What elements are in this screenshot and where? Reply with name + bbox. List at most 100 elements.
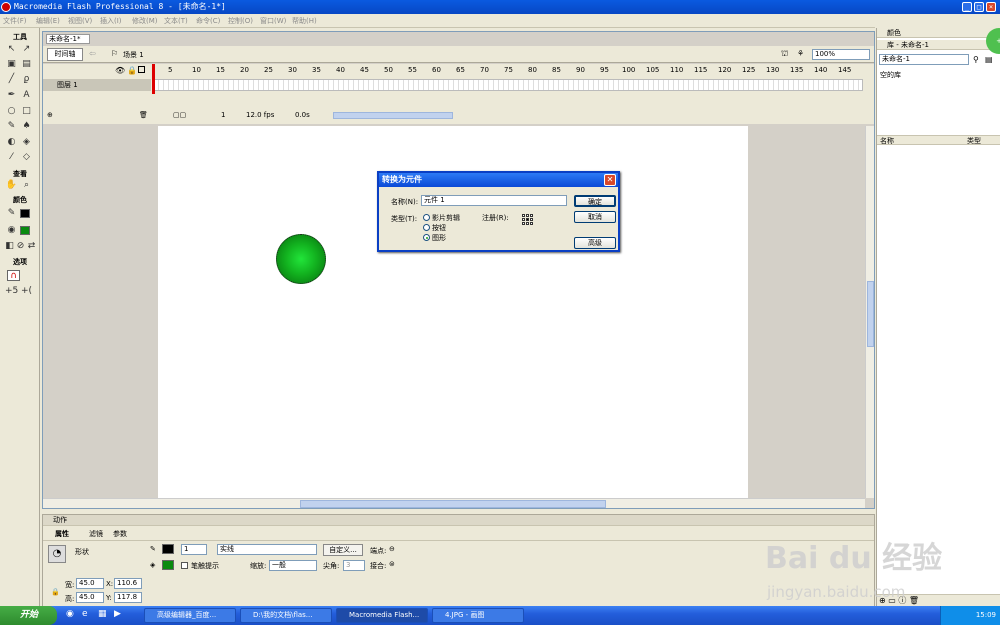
task-editor[interactable]: 高级编辑器_百度... bbox=[144, 608, 236, 623]
outline-icon[interactable] bbox=[138, 66, 145, 73]
menu-insert[interactable]: 插入(I) bbox=[100, 16, 122, 26]
brush-tool-icon[interactable]: ♠ bbox=[20, 121, 33, 132]
stroke-size-input[interactable]: 1 bbox=[181, 544, 207, 555]
green-circle-shape[interactable] bbox=[276, 234, 326, 284]
pin-icon[interactable]: ⚲ bbox=[973, 55, 979, 64]
tab-filters[interactable]: 滤镜 bbox=[89, 529, 103, 539]
line-tool-icon[interactable]: ╱ bbox=[5, 74, 18, 85]
tab-parameters[interactable]: 参数 bbox=[113, 529, 127, 539]
tab-properties[interactable]: 属性 bbox=[55, 529, 69, 539]
paint-bucket-icon[interactable]: ◈ bbox=[20, 137, 33, 148]
symbol-name-input[interactable]: 元件 1 bbox=[421, 195, 567, 206]
start-button[interactable]: 开始 bbox=[0, 606, 57, 625]
edit-symbol-icon[interactable]: ⚘ bbox=[797, 49, 804, 58]
task-flash[interactable]: Macromedia Flash... bbox=[336, 608, 428, 623]
height-input[interactable]: 45.0 bbox=[76, 592, 104, 603]
task-explorer[interactable]: D:\我的文档\flas... bbox=[240, 608, 332, 623]
vertical-scrollbar[interactable] bbox=[865, 126, 874, 498]
snap-magnet-icon[interactable]: ∩ bbox=[7, 270, 20, 281]
maximize-button[interactable]: □ bbox=[974, 2, 984, 12]
menu-text[interactable]: 文本(T) bbox=[164, 16, 188, 26]
color-panel-header[interactable]: 颜色 bbox=[877, 28, 1000, 38]
menu-help[interactable]: 帮助(H) bbox=[292, 16, 317, 26]
cancel-button[interactable]: 取消 bbox=[574, 211, 616, 223]
ink-bottle-icon[interactable]: ◐ bbox=[5, 137, 18, 148]
stroke-style-select[interactable]: 实线 bbox=[217, 544, 317, 555]
quicklaunch-desktop-icon[interactable]: ▦ bbox=[98, 609, 107, 619]
menu-control[interactable]: 控制(O) bbox=[228, 16, 253, 26]
join-icon[interactable]: ⊜ bbox=[389, 560, 395, 568]
dialog-close-button[interactable]: ✕ bbox=[604, 174, 616, 186]
horizontal-scrollbar[interactable] bbox=[43, 498, 865, 508]
eye-icon[interactable]: 👁 bbox=[115, 66, 125, 75]
name-column-header[interactable]: 名称 bbox=[880, 136, 894, 146]
document-tab[interactable]: 未命名-1* bbox=[46, 34, 90, 44]
fill-swatch[interactable] bbox=[162, 560, 174, 570]
back-arrow-icon[interactable]: ⇦ bbox=[89, 49, 96, 58]
quicklaunch-icon[interactable]: ◉ bbox=[66, 609, 74, 619]
new-library-icon[interactable]: ▤ bbox=[985, 55, 993, 64]
stroke-swatch[interactable] bbox=[162, 544, 174, 554]
miter-input[interactable]: 3 bbox=[343, 560, 365, 571]
eraser-icon[interactable]: ◇ bbox=[20, 152, 33, 163]
custom-stroke-button[interactable]: 自定义... bbox=[323, 544, 363, 556]
frame-cells[interactable] bbox=[153, 79, 863, 91]
actions-panel-header[interactable]: 动作 bbox=[43, 515, 874, 526]
scale-select[interactable]: 一般 bbox=[269, 560, 317, 571]
menu-view[interactable]: 视图(V) bbox=[68, 16, 92, 26]
menu-window[interactable]: 窗口(W) bbox=[260, 16, 286, 26]
subselect-tool-icon[interactable]: ↗ bbox=[20, 44, 33, 55]
type-column-header[interactable]: 类型 bbox=[967, 136, 981, 146]
gradient-tool-icon[interactable]: ▤ bbox=[20, 59, 33, 70]
zoom-tool-icon[interactable]: ⌕ bbox=[20, 180, 33, 191]
edit-scene-icon[interactable]: ⛫ bbox=[781, 49, 788, 59]
menu-edit[interactable]: 编辑(E) bbox=[36, 16, 60, 26]
hand-tool-icon[interactable]: ✋ bbox=[5, 180, 18, 191]
advanced-button[interactable]: 高级 bbox=[574, 237, 616, 249]
delete-layer-icon[interactable]: 🗑 bbox=[139, 109, 148, 122]
pen-tool-icon[interactable]: ✒ bbox=[5, 90, 18, 101]
playhead[interactable] bbox=[152, 64, 155, 94]
smooth-icon[interactable]: +5 bbox=[5, 286, 18, 297]
arrow-tool-icon[interactable]: ↖ bbox=[5, 44, 18, 55]
task-paint[interactable]: 4.JPG - 画图 bbox=[432, 608, 524, 623]
onion-skin-icon[interactable]: ▢▢ bbox=[173, 109, 186, 122]
hinting-checkbox[interactable] bbox=[181, 562, 188, 569]
timeline-scrollbar[interactable] bbox=[333, 112, 453, 119]
radio-movie-clip[interactable] bbox=[423, 214, 430, 221]
horizontal-scroll-thumb[interactable] bbox=[300, 500, 606, 508]
library-panel-header[interactable]: 库 - 未命名-1 bbox=[877, 40, 1000, 50]
menu-file[interactable]: 文件(F) bbox=[3, 16, 27, 26]
menu-modify[interactable]: 修改(M) bbox=[132, 16, 158, 26]
width-input[interactable]: 45.0 bbox=[76, 578, 104, 589]
swap-colors-icon[interactable]: ⇄ bbox=[25, 241, 38, 252]
quicklaunch-media-icon[interactable]: ▶ bbox=[114, 609, 121, 619]
pencil-tool-icon[interactable]: ✎ bbox=[5, 121, 18, 132]
lasso-tool-icon[interactable]: ϼ bbox=[20, 74, 33, 85]
radio-graphic[interactable] bbox=[423, 234, 430, 241]
layer-row[interactable]: 图层 1 bbox=[43, 79, 151, 91]
endpoint-icon[interactable]: ⊖ bbox=[389, 545, 395, 553]
quicklaunch-ie-icon[interactable]: e bbox=[82, 609, 88, 619]
eyedropper-icon[interactable]: ⁄ bbox=[5, 152, 18, 163]
ok-button[interactable]: 确定 bbox=[574, 195, 616, 207]
x-input[interactable]: 110.6 bbox=[114, 578, 142, 589]
y-input[interactable]: 117.8 bbox=[114, 592, 142, 603]
fill-color-swatch[interactable] bbox=[20, 226, 30, 235]
transform-tool-icon[interactable]: ▣ bbox=[5, 59, 18, 70]
straighten-icon[interactable]: +( bbox=[20, 286, 33, 297]
menu-commands[interactable]: 命令(C) bbox=[196, 16, 220, 26]
text-tool-icon[interactable]: A bbox=[20, 90, 33, 101]
rectangle-tool-icon[interactable]: □ bbox=[20, 106, 33, 117]
minimize-button[interactable]: _ bbox=[962, 2, 972, 12]
stroke-color-icon[interactable]: ✎ bbox=[5, 208, 18, 219]
close-button[interactable]: × bbox=[986, 2, 996, 12]
timeline-toggle-button[interactable]: 时间轴 bbox=[47, 48, 83, 61]
vertical-scroll-thumb[interactable] bbox=[867, 281, 874, 347]
add-layer-icon[interactable]: ⊕ bbox=[47, 109, 53, 122]
registration-grid[interactable] bbox=[522, 214, 534, 226]
lock-icon[interactable]: 🔒 bbox=[127, 66, 137, 75]
zoom-select[interactable]: 100% bbox=[812, 49, 870, 60]
stroke-color-swatch[interactable] bbox=[20, 209, 30, 218]
oval-tool-icon[interactable]: ○ bbox=[5, 106, 18, 117]
